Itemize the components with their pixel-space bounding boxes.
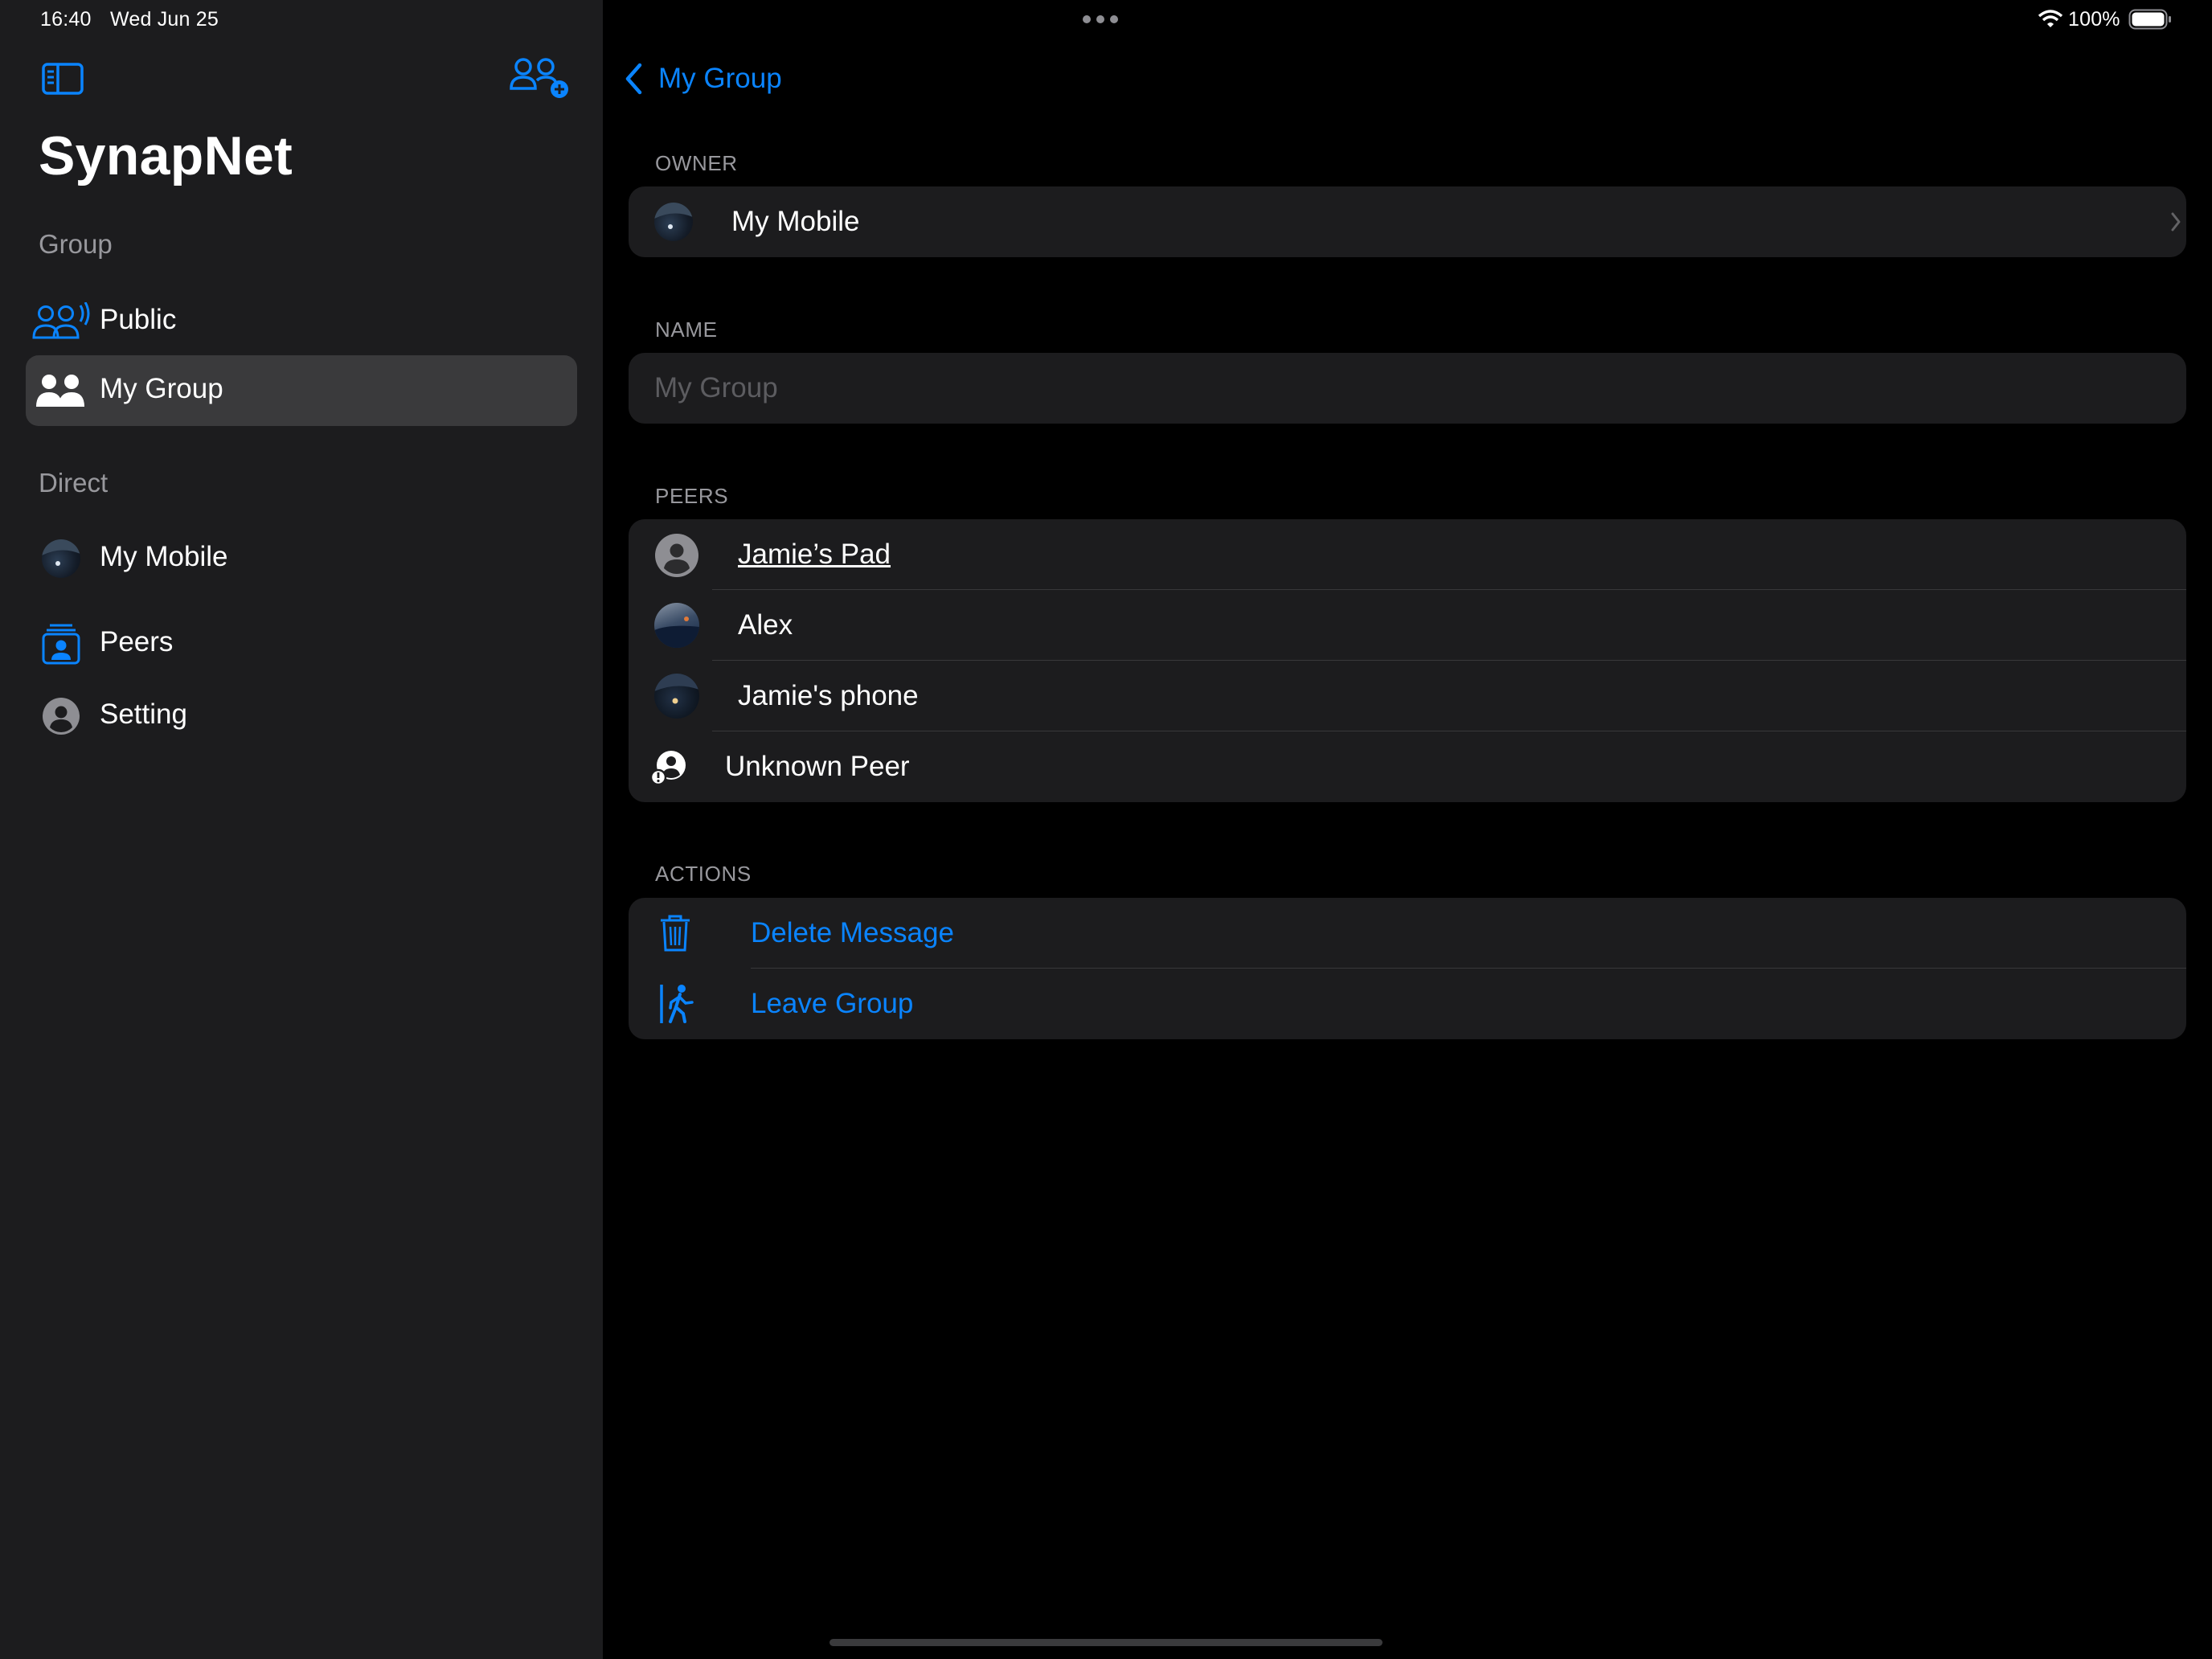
battery-icon <box>2128 9 2172 30</box>
actions-header: ACTIONS <box>655 862 752 886</box>
name-field-placeholder: My Group <box>654 372 778 403</box>
status-time: 16:40 <box>40 8 92 31</box>
person-circle-icon <box>654 533 699 578</box>
owner-row[interactable]: My Mobile <box>629 186 2186 257</box>
contacts-icon <box>42 623 80 669</box>
group-broadcast-icon <box>32 301 92 345</box>
section-header-group: Group <box>39 229 113 259</box>
avatar <box>654 203 693 241</box>
avatar <box>654 674 699 719</box>
home-indicator[interactable] <box>830 1639 1382 1646</box>
back-button-label: My Group <box>658 63 782 94</box>
chevron-left-icon <box>624 63 643 95</box>
sidebar-item-public[interactable]: Public <box>26 286 577 357</box>
group-icon <box>35 373 85 412</box>
sidebar-item-peers[interactable]: Peers <box>26 608 577 679</box>
sidebar-item-label: Public <box>100 304 177 335</box>
peer-name: Jamie’s Pad <box>738 539 891 570</box>
person-circle-icon <box>42 697 80 739</box>
peers-list: Jamie’s Pad Alex Jamie's phone Unknown P… <box>629 519 2186 802</box>
avatar <box>654 603 699 648</box>
sidebar: 16:40 Wed Jun 25 SynapNet Group Public M… <box>0 0 603 1659</box>
peer-row[interactable]: Jamie's phone <box>629 661 2186 731</box>
chevron-right-icon <box>2170 211 2181 233</box>
add-group-icon[interactable] <box>510 56 569 98</box>
multitasking-dots-icon[interactable] <box>1082 14 1119 24</box>
peer-row[interactable]: Jamie’s Pad <box>629 519 2186 590</box>
peer-row[interactable]: Alex <box>629 590 2186 661</box>
leave-group-button[interactable]: Leave Group <box>629 969 2186 1039</box>
battery-percent: 100% <box>2068 8 2120 31</box>
unknown-person-icon <box>650 749 687 786</box>
detail-pane: 100% My Group OWNER My Mobile NAME My Gr… <box>603 0 2212 1659</box>
trash-icon <box>659 914 691 952</box>
app-title: SynapNet <box>39 125 293 186</box>
peer-name: Unknown Peer <box>725 751 910 782</box>
delete-message-label: Delete Message <box>751 917 954 948</box>
delete-message-button[interactable]: Delete Message <box>629 898 2186 969</box>
actions-list: Delete Message Leave Group <box>629 898 2186 1039</box>
sidebar-item-my-mobile[interactable]: My Mobile <box>26 523 577 594</box>
name-header: NAME <box>655 317 718 342</box>
peer-name: Alex <box>738 609 793 641</box>
sidebar-item-label: Setting <box>100 698 187 730</box>
status-date: Wed Jun 25 <box>110 8 219 31</box>
owner-header: OWNER <box>655 151 738 175</box>
avatar <box>42 539 80 578</box>
owner-card: My Mobile <box>629 186 2186 257</box>
sidebar-item-my-group[interactable]: My Group <box>26 355 577 426</box>
sidebar-item-label: My Group <box>100 373 223 404</box>
wifi-icon <box>2038 10 2062 29</box>
leave-group-label: Leave Group <box>751 988 914 1019</box>
sidebar-toggle-icon[interactable] <box>42 63 84 95</box>
sidebar-item-label: Peers <box>100 626 174 657</box>
owner-name: My Mobile <box>731 206 860 237</box>
exit-walk-icon <box>659 983 696 1025</box>
sidebar-item-label: My Mobile <box>100 541 228 572</box>
peer-row[interactable]: Unknown Peer <box>629 731 2186 802</box>
peer-name: Jamie's phone <box>738 680 919 711</box>
sidebar-item-setting[interactable]: Setting <box>26 681 577 752</box>
name-field[interactable]: My Group <box>629 353 2186 424</box>
section-header-direct: Direct <box>39 468 109 498</box>
peers-header: PEERS <box>655 484 729 508</box>
